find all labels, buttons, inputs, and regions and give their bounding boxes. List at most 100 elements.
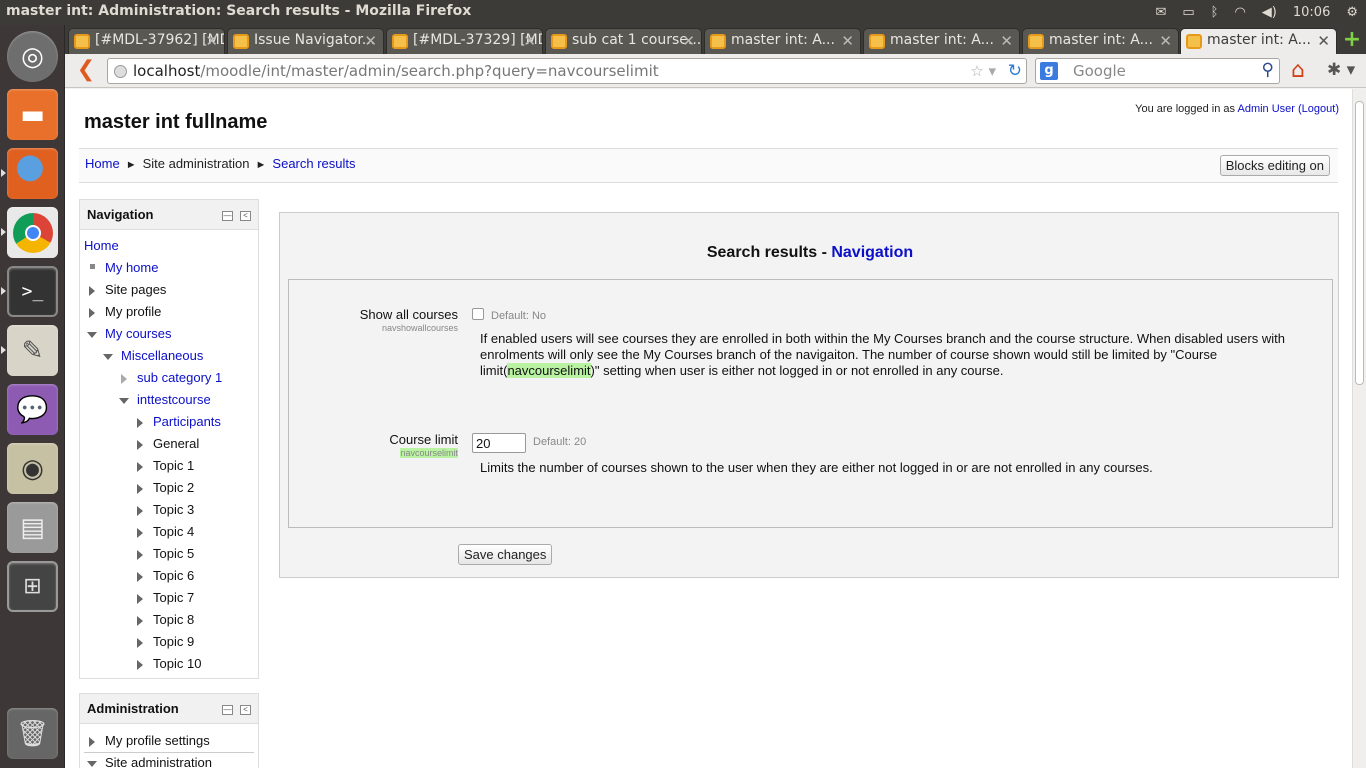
wifi-icon[interactable]: ◠ (1234, 5, 1245, 20)
url-bar[interactable]: localhost/moodle/int/master/admin/search… (107, 58, 1027, 84)
nav-section[interactable]: Topic 10 (153, 656, 201, 671)
breadcrumb-home[interactable]: Home (85, 156, 120, 171)
reload-icon[interactable]: ↻ (1008, 61, 1022, 81)
nav-section[interactable]: Topic 5 (153, 546, 194, 561)
expand-icon[interactable] (137, 572, 143, 582)
pidgin-icon[interactable]: 💬 (7, 384, 58, 435)
expand-icon[interactable] (121, 374, 127, 384)
nav-section[interactable]: Topic 8 (153, 612, 194, 627)
nav-participants[interactable]: Participants (153, 414, 221, 429)
browser-tab[interactable]: sub cat 1 course... ✕ (545, 28, 702, 54)
expand-icon[interactable] (137, 506, 143, 516)
google-icon[interactable]: g (1040, 62, 1058, 80)
show-all-courses-checkbox[interactable] (472, 308, 484, 320)
expand-icon[interactable] (137, 484, 143, 494)
nav-section[interactable]: Topic 4 (153, 524, 194, 539)
nav-section[interactable]: Topic 3 (153, 502, 194, 517)
expand-icon[interactable] (137, 550, 143, 560)
expand-icon[interactable] (137, 528, 143, 538)
blocks-editing-button[interactable]: Blocks editing on (1219, 155, 1330, 176)
logout-link[interactable]: (Logout) (1298, 103, 1339, 115)
browser-tab[interactable]: master int: A... ✕ (863, 28, 1020, 54)
close-tab-icon[interactable]: ✕ (1159, 32, 1172, 50)
collapse-tree-icon[interactable] (87, 761, 97, 767)
user-link[interactable]: Admin User (1237, 103, 1294, 115)
nav-home[interactable]: Home (84, 238, 119, 253)
course-limit-input[interactable] (472, 433, 526, 453)
breadcrumb-current[interactable]: Search results (272, 156, 355, 171)
battery-icon[interactable]: ▭ (1182, 5, 1194, 20)
bluetooth-icon[interactable]: ᛒ (1211, 5, 1219, 20)
expand-icon[interactable] (137, 594, 143, 604)
expand-icon[interactable] (137, 440, 143, 450)
dock-icon[interactable]: < (240, 211, 251, 221)
browser-tab[interactable]: master int: A... ✕ (704, 28, 861, 54)
expand-icon[interactable] (137, 660, 143, 670)
dock-icon[interactable]: < (240, 705, 251, 715)
nav-section[interactable]: Topic 7 (153, 590, 194, 605)
dash-home-icon[interactable]: ◎ (7, 31, 58, 82)
collapse-tree-icon[interactable] (103, 354, 113, 360)
vertical-scrollbar[interactable] (1352, 89, 1366, 768)
expand-icon[interactable] (137, 616, 143, 626)
nav-section[interactable]: Topic 6 (153, 568, 194, 583)
browser-tab-active[interactable]: master int: A... ✕ (1180, 28, 1337, 55)
trash-icon[interactable]: 🗑 (7, 708, 58, 759)
nav-site-pages[interactable]: Site pages (105, 282, 166, 297)
search-bar[interactable]: g Google ⚲ (1035, 58, 1280, 84)
firefox-icon[interactable] (7, 148, 58, 199)
nav-my-courses[interactable]: My courses (105, 326, 171, 341)
clock[interactable]: 10:06 (1293, 5, 1330, 20)
browser-tab[interactable]: [#MDL-37329] [MDL...✕ (386, 28, 543, 54)
files-icon[interactable]: ▬ (7, 89, 58, 140)
heading-link[interactable]: Navigation (831, 244, 913, 261)
nav-course[interactable]: inttestcourse (137, 392, 211, 407)
admin-site-administration[interactable]: Site administration (105, 755, 212, 768)
admin-my-profile-settings[interactable]: My profile settings (105, 733, 210, 748)
nav-my-profile[interactable]: My profile (105, 304, 161, 319)
expand-icon[interactable] (89, 737, 95, 747)
nav-section[interactable]: Topic 2 (153, 480, 194, 495)
save-changes-button[interactable]: Save changes (458, 544, 553, 565)
nav-miscellaneous[interactable]: Miscellaneous (121, 348, 203, 363)
search-icon[interactable]: ⚲ (1262, 60, 1274, 80)
close-tab-icon[interactable]: ✕ (364, 32, 377, 50)
close-tab-icon[interactable]: ✕ (205, 32, 218, 50)
expand-icon[interactable] (89, 286, 95, 296)
nav-sub-category[interactable]: sub category 1 (137, 370, 222, 385)
terminal-icon[interactable]: >_ (7, 266, 58, 317)
volume-icon[interactable]: ◀) (1262, 5, 1277, 20)
nav-section[interactable]: General (153, 436, 199, 451)
collapse-tree-icon[interactable] (119, 398, 129, 404)
browser-tab[interactable]: master int: A... ✕ (1022, 28, 1179, 54)
nav-section[interactable]: Topic 9 (153, 634, 194, 649)
expand-icon[interactable] (89, 308, 95, 318)
mail-icon[interactable]: ✉ (1155, 5, 1166, 20)
rhythmbox-icon[interactable]: ◉ (7, 443, 58, 494)
nav-my-home[interactable]: My home (105, 260, 158, 275)
browser-tab[interactable]: Issue Navigator... ✕ (227, 28, 384, 54)
close-tab-icon[interactable]: ✕ (841, 32, 854, 50)
chromium-icon[interactable] (7, 207, 58, 258)
bookmark-star-icon[interactable]: ☆ ▾ (970, 62, 996, 80)
close-tab-icon[interactable]: ✕ (1317, 32, 1330, 50)
close-tab-icon[interactable]: ✕ (523, 32, 536, 50)
browser-tab[interactable]: [#MDL-37962] [MDL-37...✕ (68, 28, 225, 54)
drive-icon[interactable]: ▤ (7, 502, 58, 553)
scrollbar-thumb[interactable] (1355, 101, 1364, 385)
workspace-switcher-icon[interactable]: ⊞ (7, 561, 58, 612)
close-tab-icon[interactable]: ✕ (682, 32, 695, 50)
close-tab-icon[interactable]: ✕ (1000, 32, 1013, 50)
back-button[interactable]: ❮ (73, 58, 99, 84)
power-icon[interactable]: ⚙ (1346, 5, 1358, 20)
text-editor-icon[interactable]: ✎ (7, 325, 58, 376)
expand-icon[interactable] (137, 462, 143, 472)
new-tab-button[interactable]: + (1340, 29, 1364, 51)
nav-section[interactable]: Topic 1 (153, 458, 194, 473)
home-icon[interactable]: ⌂ (1291, 58, 1305, 83)
collapse-tree-icon[interactable] (87, 332, 97, 338)
collapse-icon[interactable]: — (222, 705, 233, 715)
extension-icon[interactable]: ✱ ▾ (1327, 60, 1355, 80)
expand-icon[interactable] (137, 638, 143, 648)
collapse-icon[interactable]: — (222, 211, 233, 221)
